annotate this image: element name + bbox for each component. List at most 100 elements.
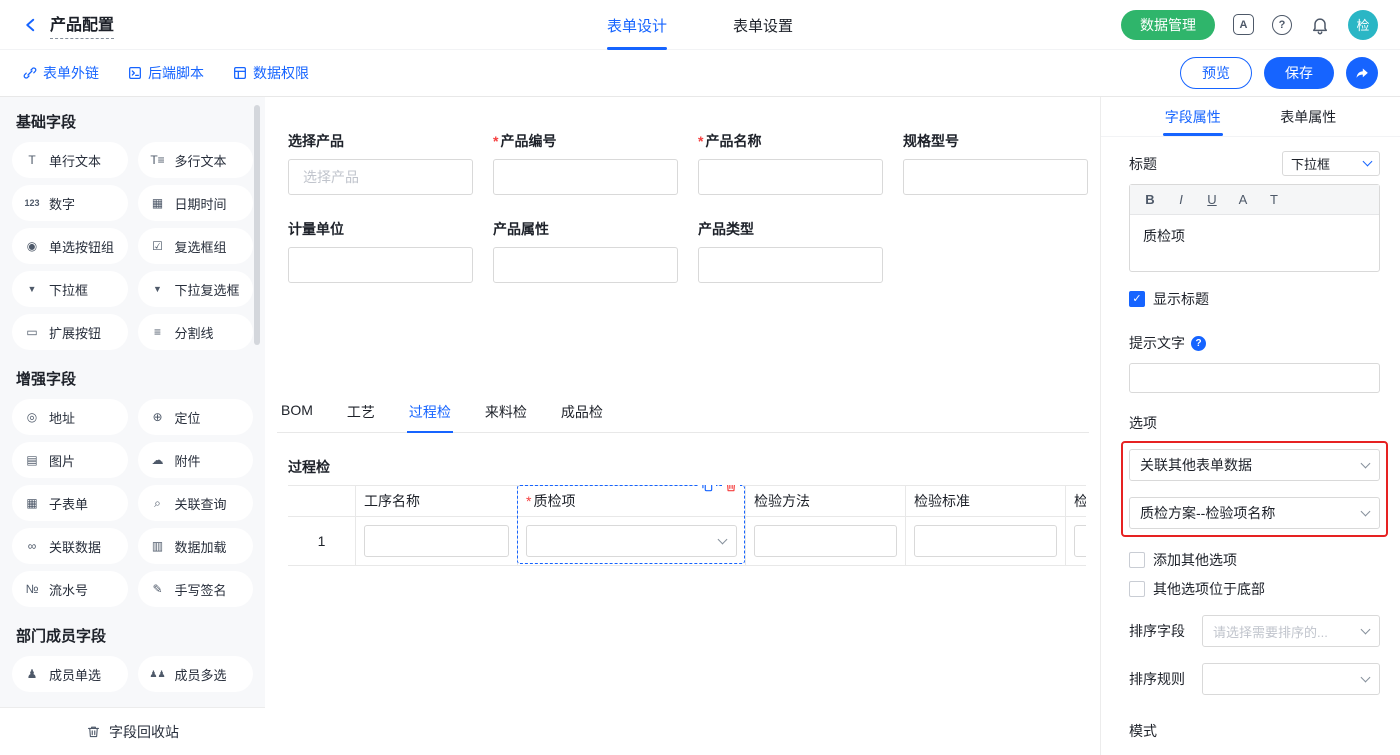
sort-rule-select[interactable]: [1202, 663, 1380, 695]
sidebar-item-member-single[interactable]: ♟成员单选: [12, 656, 128, 692]
inspection-item-cell: [517, 517, 745, 565]
toolbar-actions: 预览 保存: [1180, 57, 1378, 89]
delete-column-button[interactable]: [722, 485, 740, 495]
option-field-value: 质检方案--检验项名称: [1140, 503, 1275, 523]
italic-button[interactable]: I: [1174, 192, 1188, 207]
data-manage-button[interactable]: 数据管理: [1121, 10, 1215, 40]
sidebar-item-signature[interactable]: ✎手写签名: [138, 571, 254, 607]
tab-finished-inspection[interactable]: 成品检: [559, 398, 605, 432]
table-header-row: 工序名称 质检项 检验方法 检验标准 检: [288, 485, 1086, 517]
add-other-checkbox[interactable]: [1129, 552, 1145, 568]
back-button[interactable]: [22, 16, 40, 34]
sidebar-item-lookup-query[interactable]: ⌕关联查询: [138, 485, 254, 521]
copy-column-button[interactable]: [698, 485, 716, 495]
inspection-standard-input[interactable]: [914, 525, 1057, 557]
tab-bom[interactable]: BOM: [279, 398, 315, 432]
tab-field-properties[interactable]: 字段属性: [1165, 97, 1221, 136]
sidebar-item-extend-button[interactable]: ▭扩展按钮: [12, 314, 128, 350]
other-bottom-checkbox[interactable]: [1129, 581, 1145, 597]
external-link-button[interactable]: 表单外链: [22, 63, 99, 83]
sidebar-item-member-multi[interactable]: ♟♟成员多选: [138, 656, 254, 692]
unit-input[interactable]: [288, 247, 473, 283]
inspection-item-select[interactable]: [526, 525, 737, 557]
sidebar-item-attachment[interactable]: ☁附件: [138, 442, 254, 478]
tab-incoming-inspection[interactable]: 来料检: [483, 398, 529, 432]
field-product-code: 产品编号: [493, 131, 678, 195]
bold-button[interactable]: B: [1143, 192, 1157, 207]
member-multi-icon: ♟♟: [148, 670, 168, 679]
backend-script-label: 后端脚本: [148, 63, 204, 83]
image-icon: ▤: [22, 454, 42, 466]
sidebar-item-image[interactable]: ▤图片: [12, 442, 128, 478]
process-name-input[interactable]: [364, 525, 509, 557]
help-icon[interactable]: ?: [1272, 15, 1292, 35]
sidebar-scrollbar[interactable]: [254, 105, 260, 345]
product-type-input[interactable]: [698, 247, 883, 283]
tab-form-settings[interactable]: 表单设置: [733, 0, 793, 50]
radio-group-icon: ◉: [22, 240, 42, 252]
tab-process-inspection[interactable]: 过程检: [407, 398, 453, 432]
sidebar-item-checkbox-group[interactable]: ☑复选框组: [138, 228, 254, 264]
sort-field-select[interactable]: 请选择需要排序的...: [1202, 615, 1380, 647]
underline-button[interactable]: U: [1205, 192, 1219, 207]
option-field-select[interactable]: 质检方案--检验项名称: [1129, 497, 1380, 529]
title-setting-row: 标题 下拉框: [1129, 151, 1380, 176]
inspection-method-input[interactable]: [754, 525, 897, 557]
script-icon: [127, 65, 143, 81]
section-basic-fields: 基础字段: [16, 111, 249, 132]
sort-field-placeholder: 请选择需要排序的...: [1213, 622, 1328, 641]
tab-process[interactable]: 工艺: [345, 398, 377, 432]
col-header-label: 质检项: [526, 491, 575, 511]
sidebar-item-address[interactable]: ◎地址: [12, 399, 128, 435]
sidebar-item-location[interactable]: ⊕定位: [138, 399, 254, 435]
option-source-select[interactable]: 关联其他表单数据: [1129, 449, 1380, 481]
avatar[interactable]: 检: [1348, 10, 1378, 40]
field-recycle-bin[interactable]: 字段回收站: [0, 707, 265, 755]
product-attribute-input[interactable]: [493, 247, 678, 283]
sidebar-item-subform[interactable]: ▦子表单: [12, 485, 128, 521]
preview-button[interactable]: 预览: [1180, 57, 1252, 89]
tab-form-properties[interactable]: 表单属性: [1280, 97, 1336, 136]
sidebar-item-datetime[interactable]: ▦日期时间: [138, 185, 254, 221]
select-product-input[interactable]: 选择产品: [288, 159, 473, 195]
field-label: 计量单位: [288, 219, 473, 239]
sidebar-item-multi-line-text[interactable]: T≡多行文本: [138, 142, 254, 178]
sidebar-item-select[interactable]: ▼下拉框: [12, 271, 128, 307]
spec-model-input[interactable]: [903, 159, 1088, 195]
field-type-select[interactable]: 下拉框: [1282, 151, 1380, 176]
font-color-button[interactable]: A: [1236, 192, 1250, 207]
hint-text-input[interactable]: [1129, 363, 1380, 393]
sidebar-item-multi-select[interactable]: ▼下拉复选框: [138, 271, 254, 307]
show-title-checkbox[interactable]: [1129, 291, 1145, 307]
member-fields-grid: ♟成员单选 ♟♟成员多选: [12, 656, 253, 692]
page-title[interactable]: 产品配置: [50, 11, 114, 39]
linked-data-icon: ∞: [22, 540, 42, 552]
title-text-input[interactable]: 质检项: [1130, 215, 1379, 271]
hint-help-icon[interactable]: ?: [1191, 336, 1206, 351]
product-code-input[interactable]: [493, 159, 678, 195]
data-permission-label: 数据权限: [253, 63, 309, 83]
chevron-down-icon: [1361, 624, 1371, 634]
topbar: 产品配置 表单设计 表单设置 数据管理 A ? 检: [0, 0, 1400, 50]
sidebar-item-serial-number[interactable]: №流水号: [12, 571, 128, 607]
sidebar-item-divider[interactable]: ≡分割线: [138, 314, 254, 350]
product-name-input[interactable]: [698, 159, 883, 195]
sidebar-item-radio-group[interactable]: ◉单选按钮组: [12, 228, 128, 264]
save-button[interactable]: 保存: [1264, 57, 1334, 89]
title-label: 标题: [1129, 154, 1157, 174]
font-size-button[interactable]: T: [1267, 192, 1281, 207]
share-button[interactable]: [1346, 57, 1378, 89]
field-product-type: 产品类型: [698, 219, 883, 283]
notification-bell-icon[interactable]: [1310, 15, 1330, 35]
tab-form-design[interactable]: 表单设计: [607, 0, 667, 50]
backend-script-button[interactable]: 后端脚本: [127, 63, 204, 83]
data-load-icon: ▥: [148, 540, 168, 552]
sidebar-item-linked-data[interactable]: ∞关联数据: [12, 528, 128, 564]
sidebar-item-single-line-text[interactable]: T单行文本: [12, 142, 128, 178]
sidebar-item-data-load[interactable]: ▥数据加载: [138, 528, 254, 564]
toolbar-links: 表单外链 后端脚本 数据权限: [22, 63, 309, 83]
sidebar-item-number[interactable]: 123数字: [12, 185, 128, 221]
truncated-input[interactable]: [1074, 525, 1086, 557]
data-permission-button[interactable]: 数据权限: [232, 63, 309, 83]
translate-icon[interactable]: A: [1233, 14, 1254, 35]
